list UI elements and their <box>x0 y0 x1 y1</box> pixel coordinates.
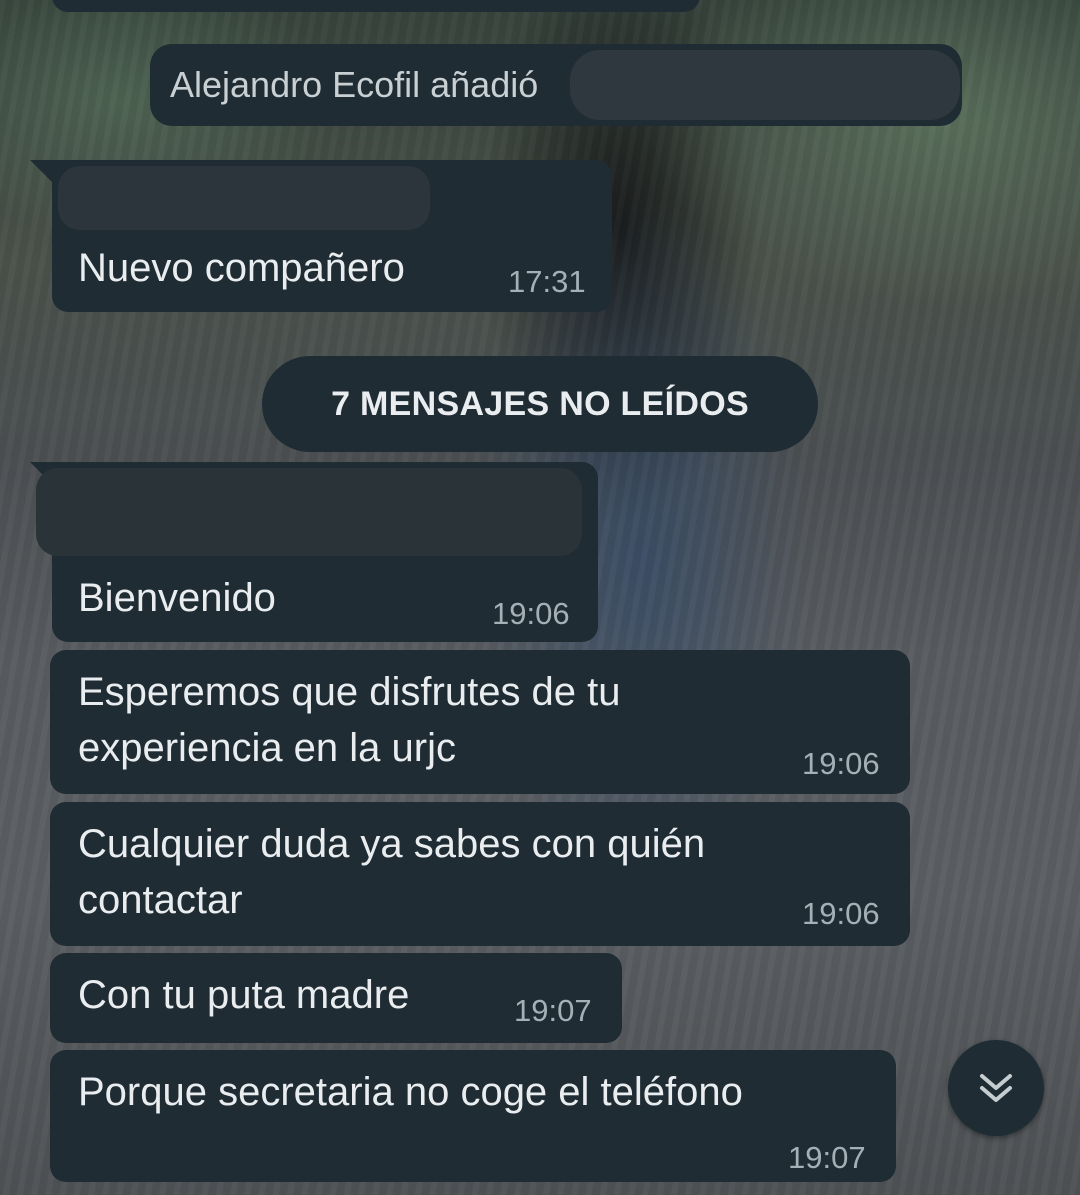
message-text-line-1: Esperemos que disfrutes de tu <box>78 670 621 714</box>
message-time: 19:06 <box>802 896 880 931</box>
message-time: 19:06 <box>802 746 880 781</box>
redacted-name <box>570 50 960 120</box>
message-text-line-1: Cualquier duda ya sabes con quién <box>78 822 706 866</box>
redacted-sender-name <box>36 468 582 556</box>
system-message: Alejandro Ecofil añadió <box>150 44 962 126</box>
system-message-text: Alejandro Ecofil añadió <box>170 64 539 105</box>
message-bubble[interactable]: Esperemos que disfrutes de tu experienci… <box>50 650 910 794</box>
message-time: 17:31 <box>508 264 586 299</box>
double-chevron-down-icon <box>974 1066 1018 1110</box>
message-time: 19:07 <box>514 993 592 1028</box>
message-bubble[interactable]: Porque secretaria no coge el teléfono 19… <box>50 1050 896 1182</box>
message-bubble[interactable]: Nuevo compañero 17:31 <box>52 160 612 312</box>
message-text: Porque secretaria no coge el teléfono <box>78 1070 743 1114</box>
message-bubble[interactable]: Con tu puta madre 19:07 <box>50 953 622 1043</box>
bubble-tail <box>30 160 52 182</box>
message-text: Bienvenido <box>78 576 276 620</box>
message-time: 19:06 <box>492 596 570 631</box>
message-bubble[interactable]: Bienvenido 19:06 <box>36 462 598 642</box>
message-text-line-2: contactar <box>78 878 243 922</box>
message-time: 19:07 <box>788 1140 866 1175</box>
redacted-sender-name <box>58 166 430 230</box>
scroll-to-bottom-button[interactable] <box>948 1040 1044 1136</box>
unread-messages-label: 7 MENSAJES NO LEÍDOS <box>331 384 749 423</box>
message-bubble-cut-off[interactable] <box>52 0 700 12</box>
chat-screen: Alejandro Ecofil añadió Nuevo compañero … <box>0 0 1080 1195</box>
message-bubble[interactable]: Cualquier duda ya sabes con quién contac… <box>50 802 910 946</box>
unread-messages-divider: 7 MENSAJES NO LEÍDOS <box>262 356 818 452</box>
message-text-line-2: experiencia en la urjc <box>78 726 456 770</box>
message-text: Con tu puta madre <box>78 973 410 1017</box>
message-text: Nuevo compañero <box>78 246 405 290</box>
